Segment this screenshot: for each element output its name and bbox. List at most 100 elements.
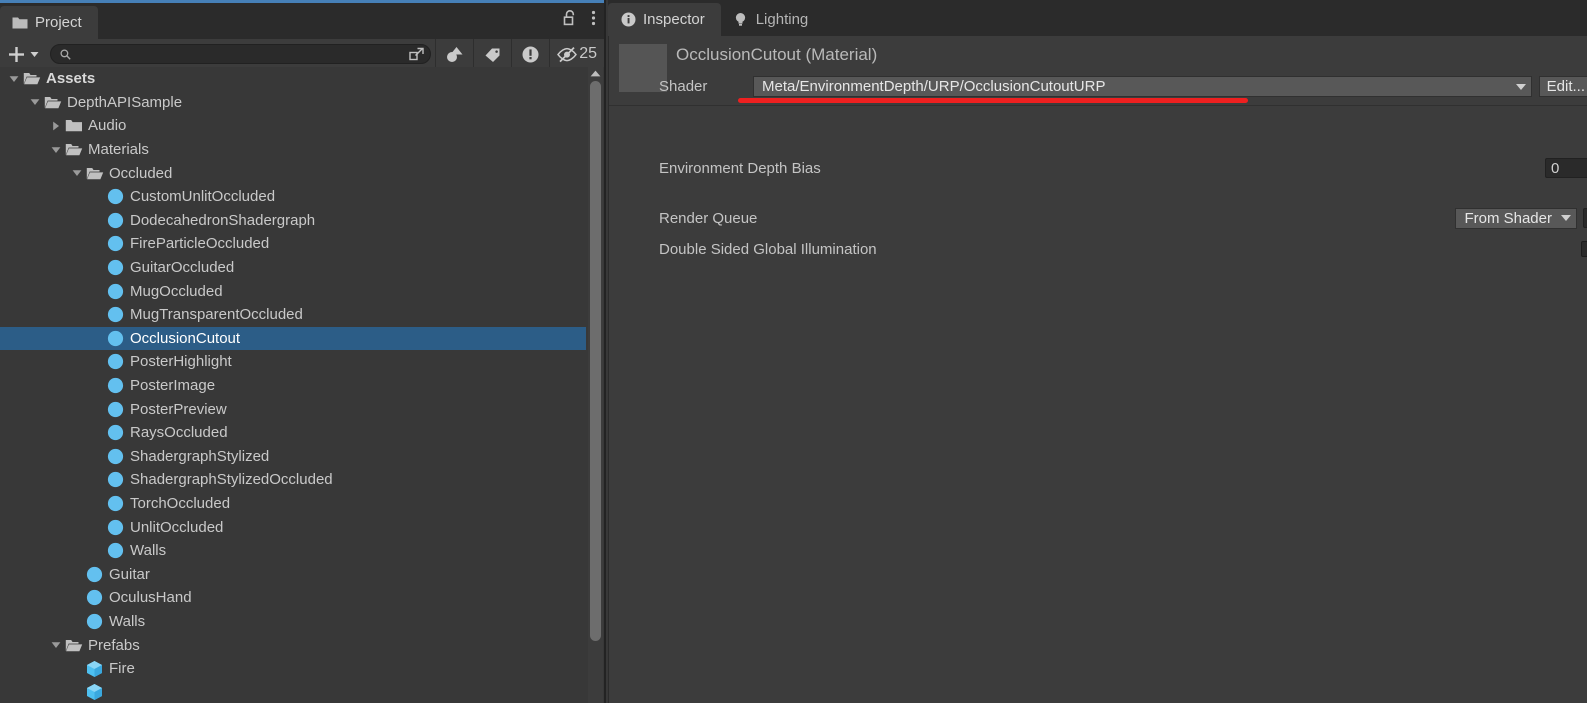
tree-row[interactable]: GuitarOccluded bbox=[0, 256, 586, 280]
filter-by-type-button[interactable] bbox=[436, 39, 473, 70]
project-tree-container[interactable]: Assets DepthAPISample Audio Materials Occlud… bbox=[0, 67, 604, 703]
chevron-down-icon[interactable] bbox=[48, 146, 63, 154]
tree-row[interactable]: ShadergraphStylizedOccluded bbox=[0, 468, 586, 492]
padlock-open-icon[interactable] bbox=[563, 9, 578, 27]
tree-row-label: CustomUnlitOccluded bbox=[130, 188, 276, 206]
property-label: Environment Depth Bias bbox=[659, 159, 821, 177]
material-icon bbox=[105, 283, 126, 300]
tree-row-label: Guitar bbox=[109, 565, 150, 583]
tree-row[interactable]: TorchOccluded bbox=[0, 492, 586, 516]
scrollbar-thumb[interactable] bbox=[590, 81, 601, 641]
tree-row-label: FireParticleOccluded bbox=[130, 235, 270, 253]
add-asset-button[interactable] bbox=[0, 42, 48, 66]
tree-row[interactable]: PosterPreview bbox=[0, 397, 586, 421]
property-row-double-sided-gi: Double Sided Global Illumination bbox=[609, 238, 1587, 260]
material-icon bbox=[84, 566, 105, 583]
tree-row[interactable]: DepthAPISample bbox=[0, 91, 586, 115]
tree-row-label: MugOccluded bbox=[130, 282, 223, 300]
inspector-body: OcclusionCutout (Material) Shader Meta/E… bbox=[608, 36, 1587, 703]
property-row-render-queue: Render Queue From Shader 3 bbox=[609, 207, 1587, 229]
tree-row[interactable]: PosterHighlight bbox=[0, 350, 586, 374]
scroll-up-arrow-icon[interactable] bbox=[588, 67, 603, 79]
environment-depth-bias-input[interactable]: 0 bbox=[1545, 158, 1587, 178]
eye-off-icon bbox=[556, 45, 578, 64]
folder-icon bbox=[12, 15, 28, 31]
material-icon bbox=[105, 495, 126, 512]
tree-row-label: Assets bbox=[46, 70, 96, 88]
tree-row[interactable]: OculusHand bbox=[0, 586, 586, 610]
tree-row[interactable]: OcclusionCutout bbox=[0, 326, 586, 351]
tree-row[interactable]: Guitar bbox=[0, 562, 586, 586]
tree-row[interactable]: Occluded bbox=[0, 161, 586, 185]
chevron-down-icon[interactable] bbox=[6, 75, 21, 83]
material-icon bbox=[105, 377, 126, 394]
plus-icon bbox=[8, 46, 25, 63]
material-icon bbox=[105, 401, 126, 418]
tree-row[interactable]: PosterImage bbox=[0, 374, 586, 398]
tree-row[interactable]: MugOccluded bbox=[0, 279, 586, 303]
chevron-down-icon[interactable] bbox=[48, 641, 63, 649]
shapes-filter-icon bbox=[445, 45, 464, 64]
tree-row[interactable]: DodecahedronShadergraph bbox=[0, 209, 586, 233]
tree-row[interactable]: Materials bbox=[0, 138, 586, 162]
material-properties: Environment Depth Bias 0 Render Queue Fr… bbox=[609, 107, 1587, 703]
material-title: OcclusionCutout (Material) bbox=[676, 45, 878, 64]
tree-row[interactable]: UnlitOccluded bbox=[0, 515, 586, 539]
tree-row[interactable]: ShadergraphStylized bbox=[0, 445, 586, 469]
render-queue-number-input[interactable]: 3 bbox=[1583, 208, 1587, 228]
filter-by-error-button[interactable] bbox=[512, 39, 549, 70]
search-field[interactable] bbox=[50, 44, 432, 64]
chevron-down-icon[interactable] bbox=[27, 98, 42, 106]
filter-by-label-button[interactable] bbox=[474, 39, 511, 70]
search-input[interactable] bbox=[71, 47, 409, 61]
tree-row[interactable]: MugTransparentOccluded bbox=[0, 303, 586, 327]
render-queue-dropdown[interactable]: From Shader bbox=[1455, 207, 1577, 229]
hidden-assets-indicator[interactable]: 25 bbox=[550, 39, 604, 70]
tree-row-label: DodecahedronShadergraph bbox=[130, 211, 316, 229]
project-panel: Project 25 Assets DepthAPISample Audio M… bbox=[0, 0, 606, 703]
shader-value: Meta/EnvironmentDepth/URP/OcclusionCutou… bbox=[762, 78, 1106, 95]
chevron-right-icon[interactable] bbox=[48, 121, 63, 131]
tree-row[interactable]: Prefabs bbox=[0, 633, 586, 657]
double-sided-gi-checkbox[interactable] bbox=[1581, 241, 1587, 257]
tree-row[interactable]: Walls bbox=[0, 539, 586, 563]
project-tree-scrollbar[interactable] bbox=[588, 67, 603, 703]
tree-row-label: PosterPreview bbox=[130, 400, 227, 418]
tree-row-label: Walls bbox=[130, 542, 167, 560]
search-icon bbox=[60, 48, 71, 60]
tab-project[interactable]: Project bbox=[0, 6, 98, 39]
shader-dropdown[interactable]: Meta/EnvironmentDepth/URP/OcclusionCutou… bbox=[753, 76, 1532, 97]
tab-lighting-label: Lighting bbox=[755, 11, 809, 28]
tab-inspector[interactable]: Inspector bbox=[608, 3, 721, 36]
tab-lighting[interactable]: Lighting bbox=[721, 3, 825, 36]
material-icon bbox=[84, 589, 105, 606]
inspector-tabbar: Inspector Lighting bbox=[608, 0, 1587, 36]
tree-row-label: OculusHand bbox=[109, 589, 192, 607]
tree-row-label: Fire bbox=[109, 660, 135, 678]
property-row-environment-depth-bias: Environment Depth Bias 0 bbox=[609, 157, 1587, 179]
tree-row[interactable]: Assets bbox=[0, 67, 586, 91]
tree-row[interactable]: Walls bbox=[0, 610, 586, 634]
material-header: OcclusionCutout (Material) Shader Meta/E… bbox=[609, 36, 1587, 106]
tree-row-label: Occluded bbox=[109, 164, 173, 182]
chevron-down-icon[interactable] bbox=[69, 169, 84, 177]
edit-shader-button[interactable]: Edit... bbox=[1538, 76, 1587, 97]
lightbulb-icon bbox=[733, 12, 749, 28]
tree-row-label: PosterImage bbox=[130, 377, 216, 395]
shader-row: Shader Meta/EnvironmentDepth/URP/Occlusi… bbox=[659, 76, 1587, 97]
open-in-new-icon[interactable] bbox=[408, 45, 426, 63]
material-icon bbox=[105, 542, 126, 559]
tree-row[interactable] bbox=[0, 680, 586, 703]
tree-row[interactable]: CustomUnlitOccluded bbox=[0, 185, 586, 209]
material-icon bbox=[105, 519, 126, 536]
material-icon bbox=[105, 188, 126, 205]
tree-row[interactable]: RaysOccluded bbox=[0, 421, 586, 445]
tree-row[interactable]: FireParticleOccluded bbox=[0, 232, 586, 256]
tree-row[interactable]: Fire bbox=[0, 657, 586, 681]
tree-row[interactable]: Audio bbox=[0, 114, 586, 138]
tab-inspector-label: Inspector bbox=[643, 11, 705, 28]
tree-row-label: OcclusionCutout bbox=[130, 329, 241, 347]
tree-row-label: Prefabs bbox=[88, 636, 140, 654]
kebab-menu-icon[interactable] bbox=[591, 9, 596, 27]
shader-label: Shader bbox=[659, 78, 708, 95]
